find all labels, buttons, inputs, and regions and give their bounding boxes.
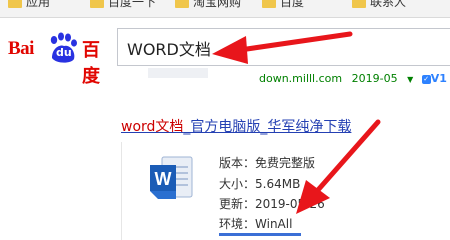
search-header: Bai du 百度 WORD文档 [0,18,450,87]
search-input[interactable]: WORD文档 [117,28,450,66]
url-dropdown-icon[interactable]: ▼ [407,75,413,84]
bookmark-folder-4[interactable]: 联系人 [352,0,406,9]
folder-icon [262,0,276,8]
logo-bai-text: Bai [8,38,34,59]
bookmarks-bar: 应用 百度一下 淘宝网购 百度 联系人 [0,0,450,18]
word-file-icon[interactable]: W [148,153,194,203]
result-title-link[interactable]: word文档_官方电脑版_华军纯净下载 [121,116,351,136]
detail-version: 版本：免费完整版 [219,156,316,170]
folder-icon [90,0,104,8]
search-input-value: WORD文档 [127,40,211,59]
folder-icon [352,0,366,8]
logo-du-text: du [56,46,72,59]
result-title-rest: _官方电脑版_华军纯净下载 [183,119,352,135]
result-title-highlight: word文档 [121,119,184,135]
result-url-line[interactable]: down.milll.com 2019-05 ▼ ✓ V1 [259,72,447,85]
detail-update: 更新：2019-05-26 [219,197,325,211]
detail-environment: 环境：WinAll [219,217,293,231]
folder-icon [175,0,189,8]
v1-badge[interactable]: ✓ V1 [421,72,447,85]
verified-icon: ✓ [421,74,431,84]
previous-result-thumbnail [148,68,208,78]
bookmark-apps[interactable]: 应用 [8,0,50,9]
result-date: 2019-05 [351,72,398,85]
apps-grid-icon [8,0,22,8]
bookmark-folder-2[interactable]: 淘宝网购 [175,0,241,9]
logo-baidu-cn-text: 百度 [82,40,100,87]
svg-text:W: W [155,169,172,189]
bookmark-folder-1[interactable]: 百度一下 [90,0,156,9]
result-url: down.milll.com [259,72,343,85]
environment-underline [219,233,301,236]
detail-size: 大小：5.64MB [219,177,301,191]
bookmark-folder-3[interactable]: 百度 [262,0,304,9]
